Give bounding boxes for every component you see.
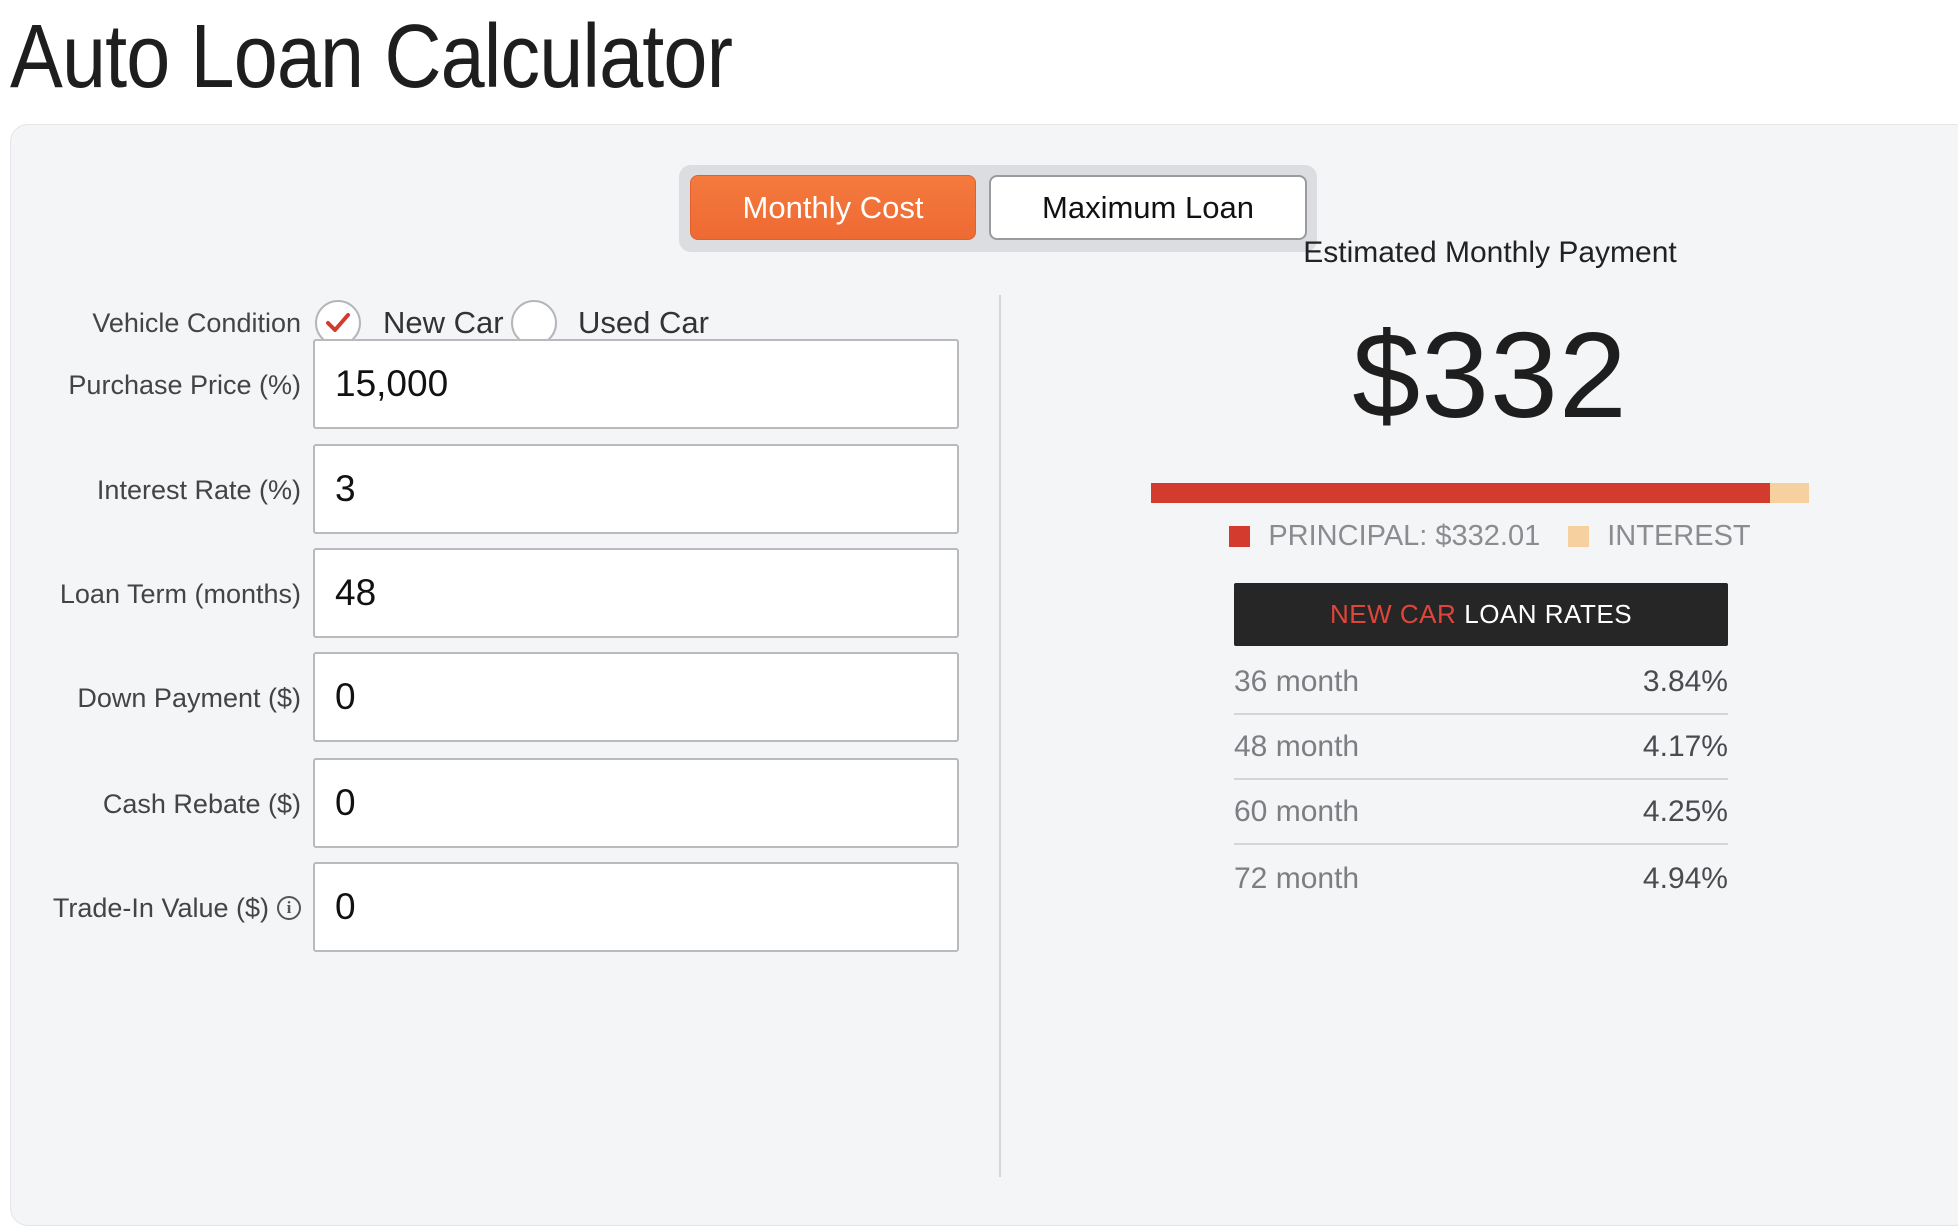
principal-legend-text: PRINCIPAL: $332.01: [1268, 519, 1541, 552]
down-payment-input[interactable]: [313, 652, 959, 742]
principal-bar-fill: [1151, 483, 1770, 503]
cash-rebate-input[interactable]: [313, 758, 959, 848]
trade-in-label-wrap: Trade-In Value ($) i: [53, 862, 301, 954]
interest-swatch: [1568, 525, 1590, 547]
rate-row: 36 month 3.84%: [1234, 650, 1728, 715]
principal-swatch: [1229, 525, 1251, 547]
estimated-payment-title: Estimated Monthly Payment: [1303, 236, 1677, 269]
rates-header-accent: NEW CAR: [1329, 599, 1457, 629]
interest-legend-text: INTEREST: [1607, 519, 1751, 552]
rate-row: 48 month 4.17%: [1234, 715, 1728, 780]
purchase-price-input[interactable]: [313, 339, 959, 429]
monthly-payment-amount: $332: [1352, 307, 1628, 443]
trade-in-row: Trade-In Value ($) i: [11, 862, 971, 954]
rate-value: 4.17%: [1642, 729, 1728, 763]
interest-rate-input[interactable]: [313, 444, 959, 534]
rate-term: 48 month: [1234, 729, 1360, 763]
interest-rate-row: Interest Rate (%): [11, 444, 971, 536]
loan-term-row: Loan Term (months): [11, 548, 971, 640]
down-payment-row: Down Payment ($): [11, 652, 971, 744]
purchase-price-label: Purchase Price (%): [68, 369, 301, 400]
payment-breakdown-bar: [1151, 483, 1809, 503]
info-icon[interactable]: i: [277, 896, 301, 920]
cash-rebate-label: Cash Rebate ($): [102, 788, 301, 819]
loan-term-input[interactable]: [313, 548, 959, 638]
payment-legend: PRINCIPAL: $332.01 INTEREST: [1000, 516, 1958, 556]
rate-term: 72 month: [1234, 861, 1360, 895]
loan-rates-header: NEW CAR LOAN RATES: [1234, 583, 1728, 646]
tab-maximum-loan[interactable]: Maximum Loan: [989, 175, 1307, 240]
rate-value: 4.94%: [1642, 861, 1728, 895]
checkmark-icon: [326, 313, 350, 332]
rates-header-text: LOAN RATES: [1464, 599, 1633, 629]
interest-rate-label: Interest Rate (%): [96, 474, 301, 505]
rate-row: 72 month 4.94%: [1234, 846, 1728, 911]
page-title: Auto Loan Calculator: [10, 7, 733, 107]
trade-in-input[interactable]: [313, 862, 959, 952]
rate-term: 60 month: [1234, 794, 1360, 828]
down-payment-label: Down Payment ($): [77, 682, 301, 713]
purchase-price-row: Purchase Price (%): [11, 339, 971, 431]
legend-interest: INTEREST: [1568, 519, 1751, 553]
tab-monthly-cost[interactable]: Monthly Cost: [690, 175, 976, 240]
loan-term-label: Loan Term (months): [59, 578, 301, 609]
rate-term: 36 month: [1234, 664, 1360, 698]
legend-principal: PRINCIPAL: $332.01: [1229, 520, 1540, 553]
rate-row: 60 month 4.25%: [1234, 780, 1728, 845]
cash-rebate-row: Cash Rebate ($): [11, 758, 971, 850]
rate-value: 4.25%: [1642, 794, 1728, 828]
rate-value: 3.84%: [1642, 664, 1728, 698]
trade-in-label: Trade-In Value ($): [52, 892, 269, 923]
